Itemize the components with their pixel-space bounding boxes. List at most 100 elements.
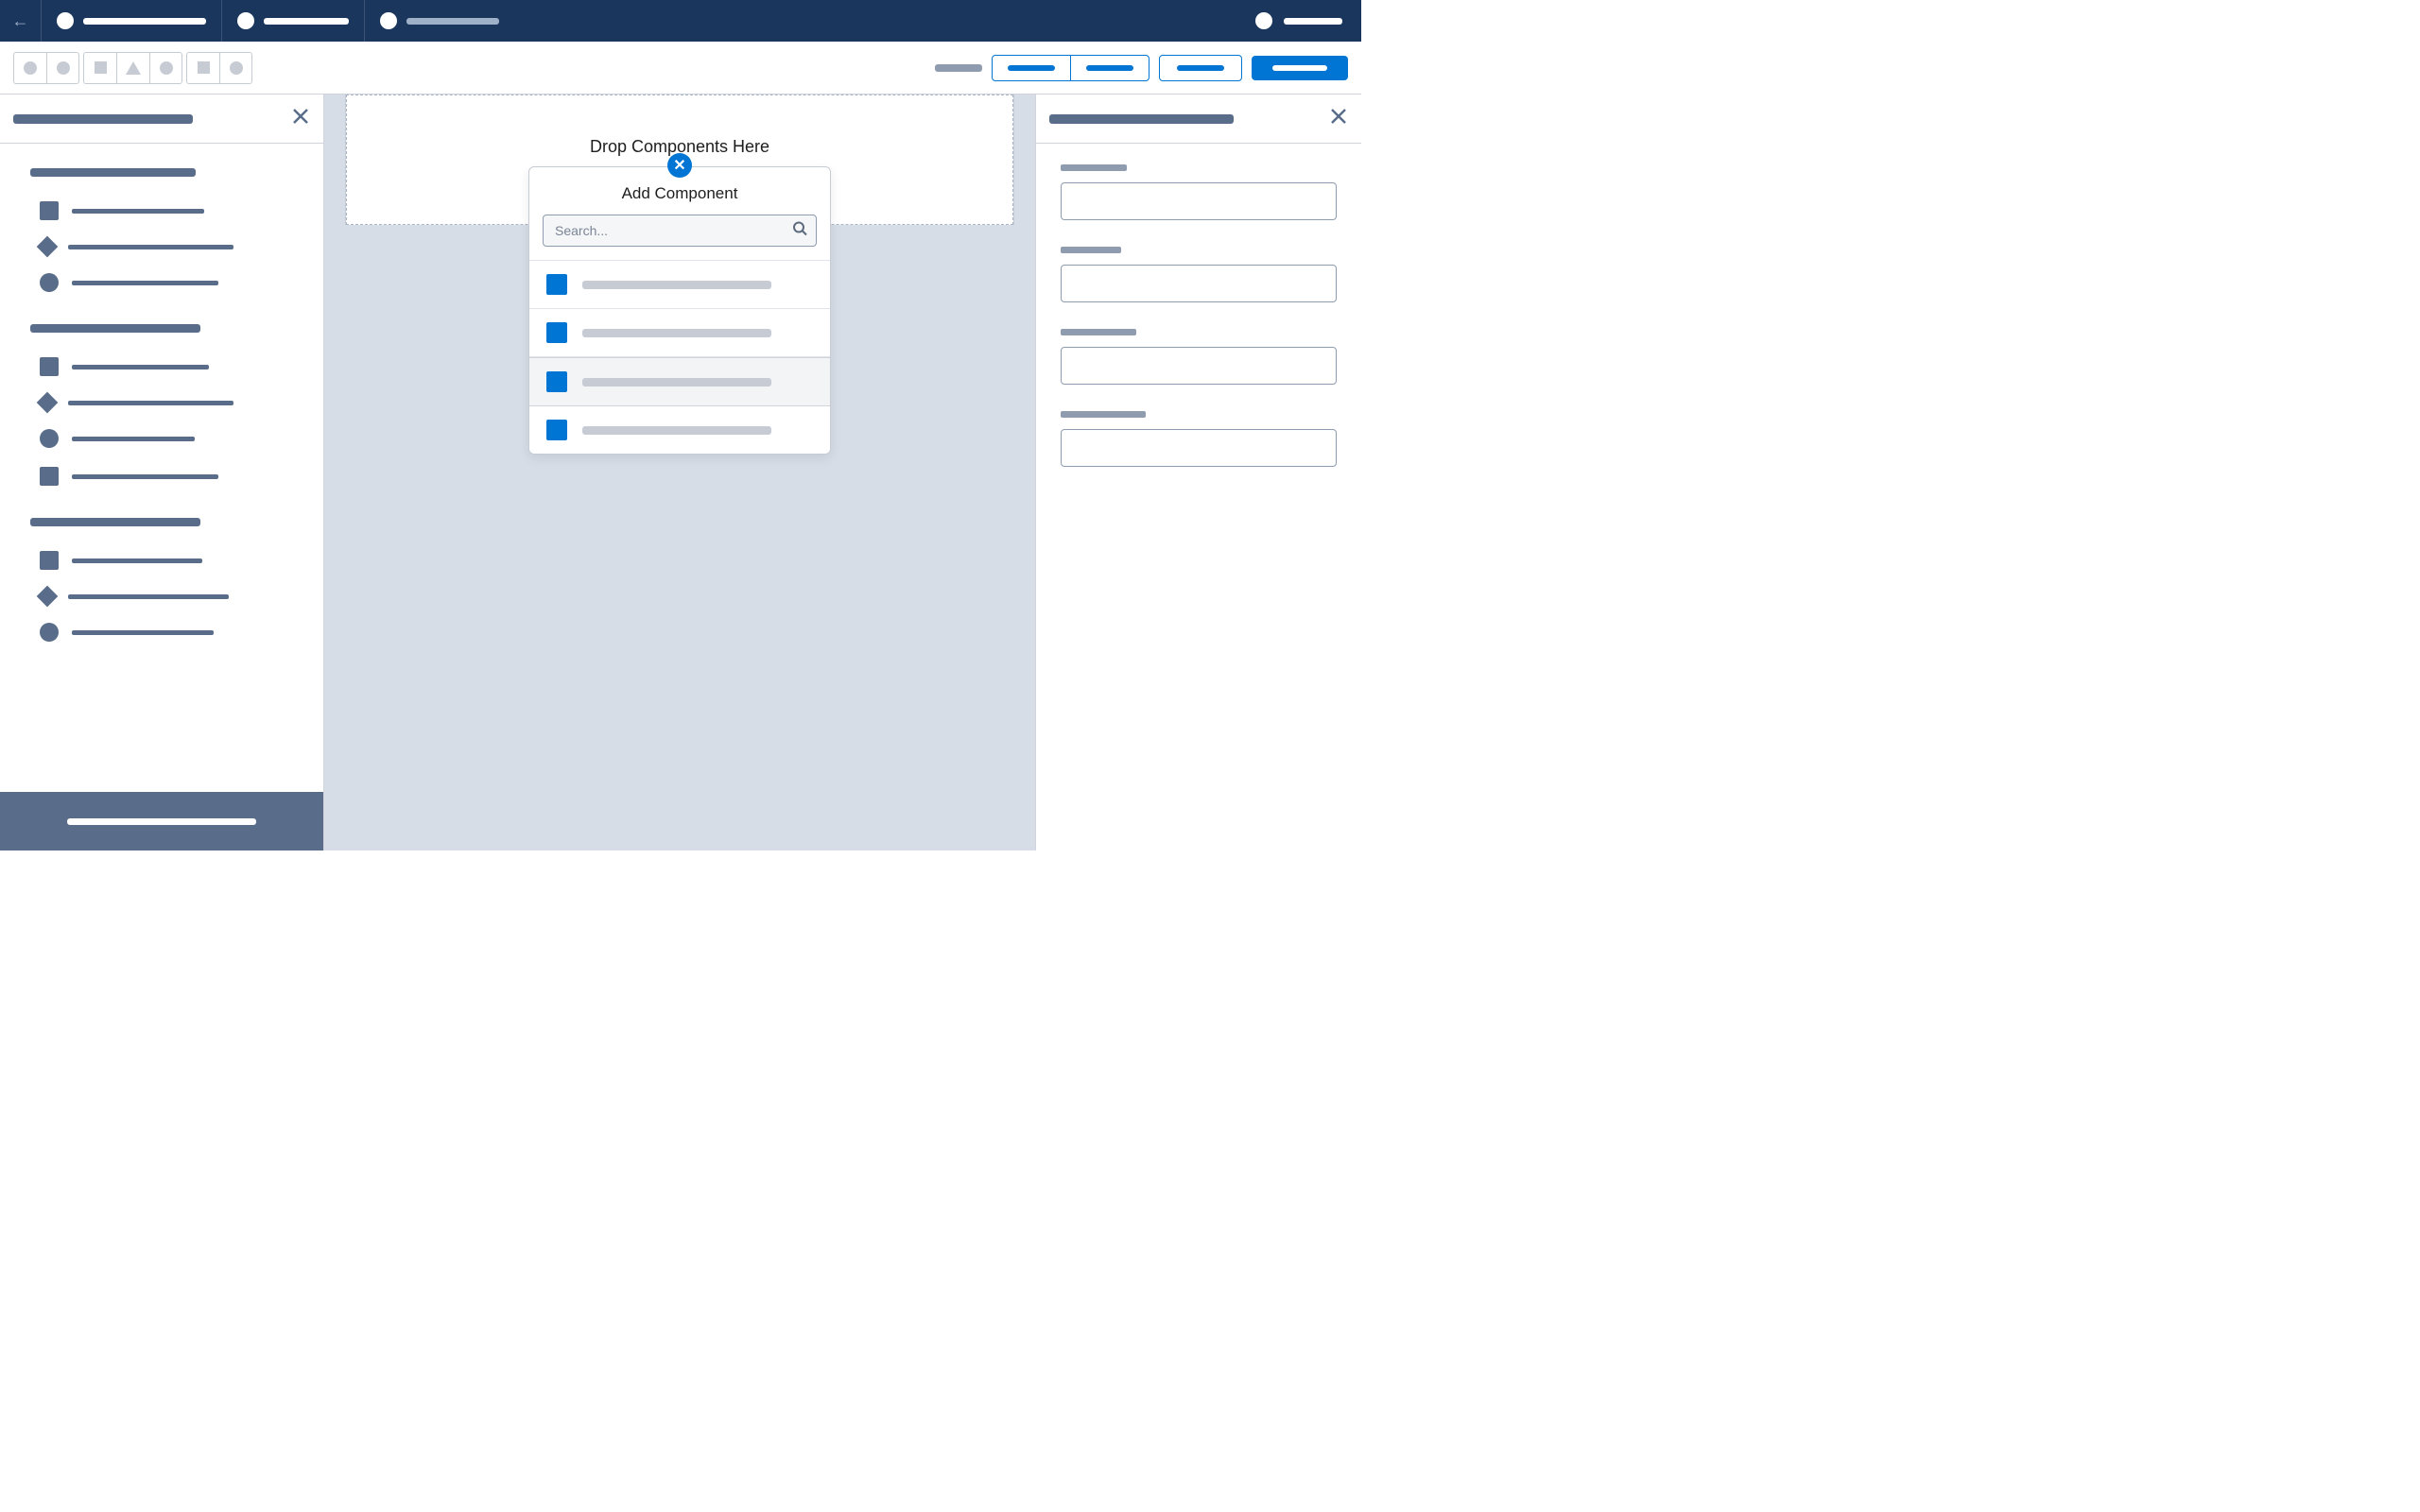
field-label — [1061, 164, 1127, 171]
section-header — [30, 168, 196, 177]
close-left-panel[interactable] — [291, 106, 310, 132]
field-input[interactable] — [1061, 347, 1337, 385]
field-label — [1061, 329, 1136, 335]
item-label — [72, 365, 209, 369]
tool-btn-2[interactable] — [46, 52, 79, 84]
popover-item[interactable] — [529, 406, 830, 454]
user-label — [1284, 18, 1342, 25]
component-icon — [546, 420, 567, 440]
tool-group-1 — [13, 52, 79, 84]
nav-tab-1[interactable] — [42, 0, 222, 42]
canvas: Drop Components Here ✕ Add Component — [324, 94, 1035, 850]
tab-label — [264, 18, 349, 25]
square-icon — [40, 201, 59, 220]
circle-icon — [40, 623, 59, 642]
left-panel-header — [0, 94, 323, 144]
property-field — [1061, 411, 1337, 467]
component-item[interactable] — [17, 613, 306, 651]
tool-btn-3[interactable] — [83, 52, 116, 84]
popover-item[interactable] — [529, 261, 830, 309]
nav-tab-2[interactable] — [222, 0, 365, 42]
square-icon — [40, 467, 59, 486]
toolbar-right — [935, 55, 1348, 81]
component-item[interactable] — [17, 579, 306, 613]
arrow-left-icon: ← — [12, 11, 29, 31]
global-nav: ← — [0, 0, 1361, 42]
tab-label — [83, 18, 206, 25]
component-item[interactable] — [17, 348, 306, 386]
item-label — [72, 558, 202, 563]
tab-icon — [237, 12, 254, 29]
seg-item-1[interactable] — [993, 56, 1071, 80]
field-input[interactable] — [1061, 429, 1337, 467]
diamond-icon — [37, 586, 59, 608]
field-label — [1061, 411, 1146, 418]
component-item[interactable] — [17, 264, 306, 301]
left-panel-footer[interactable] — [0, 792, 323, 850]
square-icon — [198, 61, 210, 74]
component-item[interactable] — [17, 386, 306, 420]
component-label — [582, 281, 771, 289]
component-item[interactable] — [17, 541, 306, 579]
nav-right-item[interactable] — [1236, 12, 1361, 29]
popover-item[interactable] — [529, 309, 830, 357]
tool-btn-7[interactable] — [219, 52, 252, 84]
square-icon — [40, 357, 59, 376]
tool-btn-6[interactable] — [186, 52, 219, 84]
item-label — [72, 281, 218, 285]
component-icon — [546, 371, 567, 392]
property-field — [1061, 329, 1337, 385]
search-icon — [792, 221, 807, 241]
component-item[interactable] — [17, 192, 306, 230]
circle-icon — [40, 429, 59, 448]
item-label — [68, 245, 233, 249]
popover-item[interactable] — [529, 357, 830, 406]
button-label — [1177, 65, 1224, 71]
add-component-popover: Add Component — [528, 166, 831, 455]
right-panel-title — [1049, 114, 1234, 124]
segmented-button — [992, 55, 1150, 81]
component-icon — [546, 274, 567, 295]
popover-list — [529, 260, 830, 454]
field-input[interactable] — [1061, 182, 1337, 220]
seg-label — [1086, 65, 1133, 71]
item-label — [72, 209, 204, 214]
search-input[interactable] — [543, 215, 817, 247]
tool-btn-1[interactable] — [13, 52, 46, 84]
square-icon — [95, 61, 107, 74]
component-item[interactable] — [17, 420, 306, 457]
section-header — [30, 518, 200, 526]
add-component-toggle[interactable]: ✕ — [667, 153, 692, 178]
item-label — [72, 630, 214, 635]
back-button[interactable]: ← — [0, 0, 42, 42]
seg-label — [1008, 65, 1055, 71]
circle-icon — [160, 61, 173, 75]
item-label — [68, 401, 233, 405]
toolbar — [0, 42, 1361, 94]
square-icon — [40, 551, 59, 570]
triangle-icon — [126, 61, 141, 75]
user-icon — [1255, 12, 1272, 29]
seg-item-2[interactable] — [1071, 56, 1149, 80]
field-input[interactable] — [1061, 265, 1337, 302]
close-icon — [1329, 107, 1348, 126]
nav-tab-3[interactable] — [365, 0, 514, 42]
component-item[interactable] — [17, 457, 306, 495]
tool-btn-4[interactable] — [116, 52, 149, 84]
primary-button[interactable] — [1252, 56, 1348, 80]
popover-search — [543, 215, 817, 247]
diamond-icon — [37, 392, 59, 414]
toolbar-link[interactable] — [935, 64, 982, 72]
circle-icon — [57, 61, 70, 75]
button-label — [1272, 65, 1327, 71]
close-icon: ✕ — [673, 156, 685, 175]
close-right-panel[interactable] — [1329, 106, 1348, 132]
tool-btn-5[interactable] — [149, 52, 182, 84]
component-item[interactable] — [17, 230, 306, 264]
outline-button[interactable] — [1159, 55, 1242, 81]
component-icon — [546, 322, 567, 343]
tab-icon — [380, 12, 397, 29]
component-label — [582, 329, 771, 337]
circle-icon — [230, 61, 243, 75]
section-header — [30, 324, 200, 333]
